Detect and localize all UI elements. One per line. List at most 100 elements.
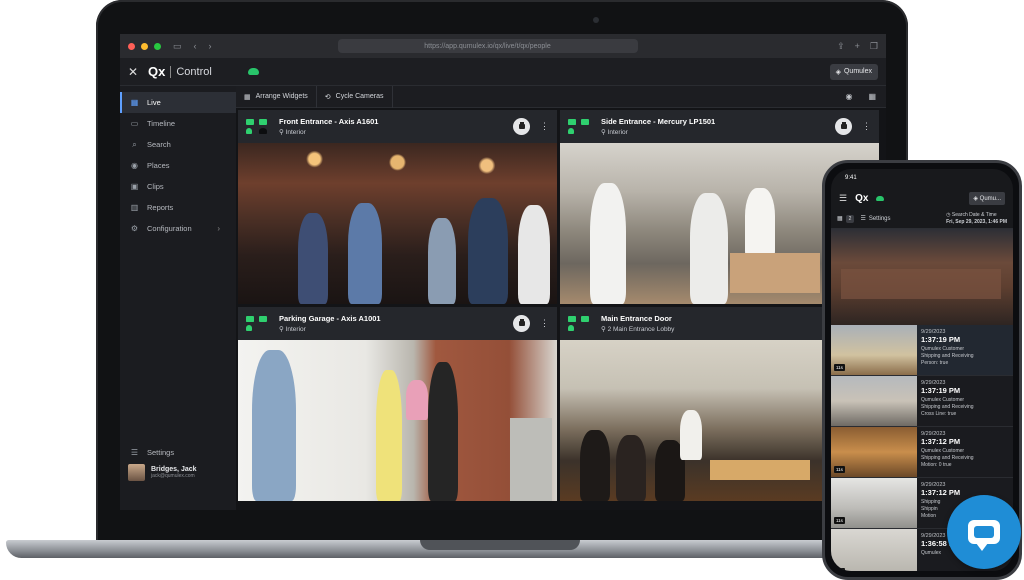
search-icon: ⌕ bbox=[132, 139, 137, 149]
camera-status bbox=[568, 316, 589, 331]
new-tab-icon[interactable]: + bbox=[855, 41, 860, 52]
event-detail: Qumulex Customer bbox=[921, 448, 965, 454]
camera-feed[interactable] bbox=[238, 340, 557, 501]
lock-icon bbox=[518, 124, 525, 129]
sidebar-item-settings[interactable]: ☰ Settings bbox=[120, 442, 236, 463]
event-time: 1:37:12 PM bbox=[921, 437, 961, 446]
grid-icon: ▦ bbox=[130, 98, 139, 107]
chart-icon: ▥ bbox=[130, 203, 139, 212]
camera-tile-header: Side Entrance - Mercury LP1501 ⚲ Interio… bbox=[560, 110, 879, 143]
close-icon[interactable]: ✕ bbox=[128, 65, 144, 79]
camera-tile-header: Parking Garage - Axis A1001 ⚲ Interior ⋮ bbox=[238, 307, 557, 340]
cycle-icon: ⟲ bbox=[324, 93, 331, 101]
feed-figure bbox=[580, 430, 610, 501]
arrange-widgets-label: Arrange Widgets bbox=[255, 93, 308, 100]
list-item[interactable]: 11s 9/29/2023 1:37:12 PM Qumulex Custome… bbox=[831, 427, 1013, 478]
share-icon[interactable]: ⇪ bbox=[837, 41, 845, 52]
person-status-icon bbox=[568, 119, 576, 125]
browser-actions: ⇪ + ❐ bbox=[837, 41, 878, 52]
door-lock-button[interactable] bbox=[835, 118, 852, 135]
org-button[interactable]: ◈ Qumu... bbox=[969, 191, 1005, 205]
minimize-window-button[interactable] bbox=[141, 42, 148, 50]
phone-toolbar: ▦ 2 ☰ Settings ◷ Search Date & Time Fri,… bbox=[831, 209, 1013, 229]
search-date-time[interactable]: ◷ Search Date & Time Fri, Sep 29, 2023, … bbox=[946, 212, 1007, 225]
layout-button[interactable]: ▦ 2 bbox=[837, 214, 855, 223]
person-status-icon bbox=[259, 128, 267, 134]
user-profile[interactable]: Bridges, Jack jack@qumulex.com bbox=[128, 464, 197, 481]
more-options-icon[interactable]: ⋮ bbox=[862, 121, 871, 132]
phone-status-bar: 9:41 bbox=[831, 169, 1013, 187]
sidebar-item-label: Reports bbox=[147, 203, 174, 212]
sidebar-item-timeline[interactable]: ▭ Timeline bbox=[120, 113, 236, 134]
sidebar-item-places[interactable]: ◉ Places bbox=[120, 155, 236, 176]
sidebar-item-reports[interactable]: ▥ Reports bbox=[120, 197, 236, 218]
more-options-icon[interactable]: ⋮ bbox=[540, 318, 549, 329]
feed-figure bbox=[680, 410, 702, 460]
clip-duration: 11s bbox=[834, 517, 845, 524]
feed-trash-can bbox=[510, 418, 552, 501]
feed-figure bbox=[348, 203, 382, 304]
event-detail: Qumulex Customer bbox=[921, 346, 965, 352]
org-button[interactable]: ◈ Qumulex bbox=[829, 63, 878, 80]
pin-icon: ⚲ bbox=[601, 326, 608, 333]
camera-location: 2 Main Entrance Lobby bbox=[607, 326, 675, 333]
app-body: ▦ Live ▭ Timeline ⌕ Search ◉ Places ▣ Cl… bbox=[120, 85, 886, 510]
forward-icon[interactable]: › bbox=[209, 41, 212, 51]
phone-camera-feed[interactable] bbox=[831, 229, 1013, 325]
cycle-cameras-button[interactable]: ⟲ Cycle Cameras bbox=[317, 85, 393, 108]
live-toolbar: ▦ Arrange Widgets ⟲ Cycle Cameras ◉ ▦ bbox=[236, 85, 886, 108]
settings-button[interactable]: ☰ Settings bbox=[860, 215, 890, 223]
camera-tile[interactable]: Parking Garage - Axis A1001 ⚲ Interior ⋮ bbox=[238, 307, 557, 501]
sidebar-item-live[interactable]: ▦ Live bbox=[120, 92, 236, 113]
event-time: 1:37:19 PM bbox=[921, 386, 961, 395]
door-lock-button[interactable] bbox=[513, 118, 530, 135]
logo-divider bbox=[170, 65, 172, 78]
chat-widget-button[interactable] bbox=[947, 495, 1021, 569]
feed-figure bbox=[518, 205, 550, 304]
camera-location: Interior bbox=[607, 129, 628, 136]
clip-duration: 11s bbox=[834, 568, 845, 571]
lock-icon bbox=[518, 321, 525, 326]
lock-status-icon bbox=[246, 325, 252, 331]
feed-figure bbox=[745, 188, 775, 258]
url-text: https://app.qumulex.io/qx/live/t/qx/peop… bbox=[424, 42, 551, 50]
hamburger-menu-icon[interactable]: ☰ bbox=[839, 193, 847, 204]
lock-icon bbox=[840, 124, 847, 129]
app-name: Control bbox=[176, 65, 212, 78]
door-lock-button[interactable] bbox=[513, 315, 530, 332]
recording-status-icon bbox=[581, 316, 589, 322]
pin-icon: ◉ bbox=[131, 161, 138, 170]
sidebar-item-search[interactable]: ⌕ Search bbox=[120, 134, 236, 155]
sidebar-toggle-icon[interactable]: ▭ bbox=[173, 41, 182, 52]
chevron-right-icon: › bbox=[217, 224, 220, 233]
tabs-icon[interactable]: ❐ bbox=[870, 41, 878, 52]
event-time: 1:37:12 PM bbox=[921, 488, 961, 497]
back-icon[interactable]: ‹ bbox=[194, 41, 197, 51]
sliders-icon: ☰ bbox=[860, 216, 866, 222]
list-item[interactable]: 11s 9/29/2023 1:37:19 PM Qumulex Custome… bbox=[831, 325, 1013, 376]
maximize-window-button[interactable] bbox=[154, 42, 161, 50]
feed-tables bbox=[841, 269, 1001, 299]
more-options-icon[interactable]: ⋮ bbox=[540, 121, 549, 132]
event-thumbnail bbox=[831, 376, 917, 426]
list-item[interactable]: 9/29/2023 1:37:19 PM Qumulex Customer Sh… bbox=[831, 376, 1013, 427]
url-bar[interactable]: https://app.qumulex.io/qx/live/t/qx/peop… bbox=[337, 39, 638, 53]
sidebar-item-configuration[interactable]: ⚙ Configuration › bbox=[120, 218, 236, 239]
stream-status-icon bbox=[246, 119, 254, 125]
org-label: Qumu... bbox=[979, 195, 1001, 202]
layout-icon[interactable]: ▦ bbox=[868, 92, 876, 101]
arrange-widgets-button[interactable]: ▦ Arrange Widgets bbox=[236, 85, 317, 108]
camera-tile[interactable]: Front Entrance - Axis A1601 ⚲ Interior ⋮ bbox=[238, 110, 557, 304]
clip-duration: 11s bbox=[834, 466, 845, 473]
sidebar-item-label: Clips bbox=[147, 182, 164, 191]
app-header: ✕ Qx Control ◈ Qumulex bbox=[120, 58, 886, 86]
camera-feed[interactable] bbox=[238, 143, 557, 304]
close-window-button[interactable] bbox=[128, 42, 135, 50]
eye-icon[interactable]: ◉ bbox=[845, 92, 852, 101]
event-thumbnail: 11s bbox=[831, 529, 917, 571]
search-date-label: Search Date & Time bbox=[951, 212, 997, 218]
feed-counter bbox=[710, 460, 810, 480]
live-view: ▦ Arrange Widgets ⟲ Cycle Cameras ◉ ▦ Fr… bbox=[236, 85, 886, 510]
camera-grid: Front Entrance - Axis A1601 ⚲ Interior ⋮ bbox=[238, 110, 879, 501]
sidebar-item-clips[interactable]: ▣ Clips bbox=[120, 176, 236, 197]
